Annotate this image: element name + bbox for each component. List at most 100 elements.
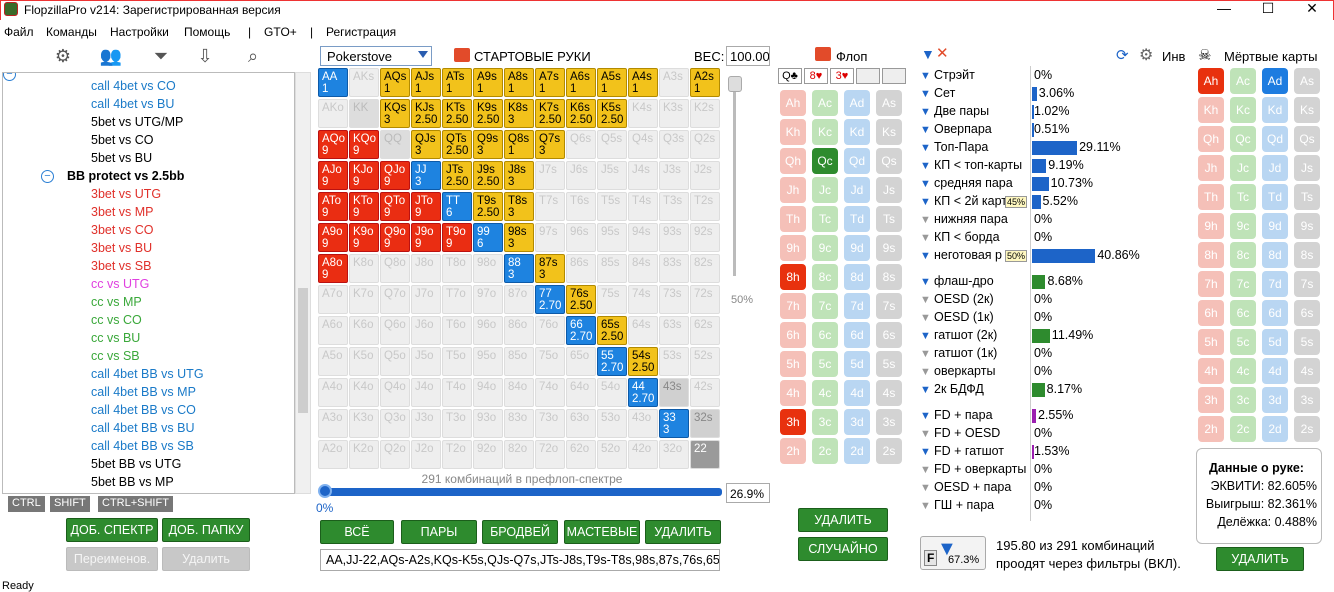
dead-card-Tc[interactable]: Tc: [1230, 184, 1256, 210]
dead-card-9s[interactable]: 9s: [1294, 213, 1320, 239]
hand-cell-82s[interactable]: 82s: [690, 254, 720, 283]
hand-cell-QQ[interactable]: QQ: [380, 130, 410, 159]
hand-cell-A9s[interactable]: A9s 1: [473, 68, 503, 97]
close-icon[interactable]: ✕: [936, 44, 949, 62]
flop-card-4d[interactable]: 4d: [844, 380, 870, 406]
menu-help[interactable]: Помощь: [184, 25, 230, 39]
flop-card-5c[interactable]: 5c: [812, 351, 838, 377]
hand-cell-87o[interactable]: 87o: [504, 285, 534, 314]
hand-cell-73s[interactable]: 73s: [659, 285, 689, 314]
search-icon[interactable]: ⌕: [240, 46, 266, 70]
hand-cell-84s[interactable]: 84s: [628, 254, 658, 283]
hand-cell-J4s[interactable]: J4s: [628, 161, 658, 190]
tree-item[interactable]: 5bet vs BU: [91, 151, 152, 165]
hand-cell-74o[interactable]: 74o: [535, 378, 565, 407]
hand-cell-Q5o[interactable]: Q5o: [380, 347, 410, 376]
filter-icon[interactable]: ▼: [920, 410, 931, 422]
flop-card-Kh[interactable]: Kh: [780, 119, 806, 145]
hand-cell-64o[interactable]: 64o: [566, 378, 596, 407]
add-folder-button[interactable]: ДОБ. ПАПКУ: [162, 518, 250, 542]
flop-card-6d[interactable]: 6d: [844, 322, 870, 348]
hand-cell-Q4o[interactable]: Q4o: [380, 378, 410, 407]
hand-cell-Q5s[interactable]: Q5s: [597, 130, 627, 159]
flop-card-Kd[interactable]: Kd: [844, 119, 870, 145]
dead-card-Kh[interactable]: Kh: [1198, 97, 1224, 123]
flop-card-Tc[interactable]: Tc: [812, 206, 838, 232]
hand-cell-T9o[interactable]: T9o 9: [442, 223, 472, 252]
dead-card-Qs[interactable]: Qs: [1294, 126, 1320, 152]
hand-cell-J6o[interactable]: J6o: [411, 316, 441, 345]
hand-cell-76o[interactable]: 76o: [535, 316, 565, 345]
dead-card-Ks[interactable]: Ks: [1294, 97, 1320, 123]
hand-cell-J2o[interactable]: J2o: [411, 440, 441, 469]
hand-cell-A5s[interactable]: A5s 1: [597, 68, 627, 97]
hand-cell-AQs[interactable]: AQs 1: [380, 68, 410, 97]
hand-cell-T6s[interactable]: T6s: [566, 192, 596, 221]
hand-cell-JTs[interactable]: JTs 2.50: [442, 161, 472, 190]
menu-file[interactable]: Файл: [4, 25, 34, 39]
hand-cell-44[interactable]: 44 2.70: [628, 378, 658, 407]
clear-range-button[interactable]: УДАЛИТЬ: [645, 520, 721, 544]
dead-card-2c[interactable]: 2c: [1230, 416, 1256, 442]
dead-card-9h[interactable]: 9h: [1198, 213, 1224, 239]
dead-card-4s[interactable]: 4s: [1294, 358, 1320, 384]
range-progress-knob[interactable]: [318, 484, 332, 498]
tree-item[interactable]: 5bet vs CO: [91, 133, 154, 147]
flop-card-Qd[interactable]: Qd: [844, 148, 870, 174]
hand-cell-94o[interactable]: 94o: [473, 378, 503, 407]
hand-cell-K7o[interactable]: K7o: [349, 285, 379, 314]
hand-cell-A4s[interactable]: A4s 1: [628, 68, 658, 97]
hand-cell-87s[interactable]: 87s 3: [535, 254, 565, 283]
filter-icon[interactable]: ▼: [920, 428, 931, 440]
hand-cell-52s[interactable]: 52s: [690, 347, 720, 376]
dead-card-Ad[interactable]: Ad: [1262, 68, 1288, 94]
hand-cell-85o[interactable]: 85o: [504, 347, 534, 376]
range-source-select[interactable]: Pokerstove: [320, 46, 432, 66]
flop-random-button[interactable]: СЛУЧАЙНО: [798, 537, 888, 561]
hand-cell-Q9o[interactable]: Q9o 9: [380, 223, 410, 252]
flop-slot[interactable]: 8♥: [804, 68, 828, 84]
hand-cell-K2s[interactable]: K2s: [690, 99, 720, 128]
hand-cell-Q3s[interactable]: Q3s: [659, 130, 689, 159]
dead-card-2h[interactable]: 2h: [1198, 416, 1224, 442]
filter-icon[interactable]: ▼: [920, 294, 931, 306]
hand-cell-T6o[interactable]: T6o: [442, 316, 472, 345]
hand-cell-98o[interactable]: 98o: [473, 254, 503, 283]
dead-card-8d[interactable]: 8d: [1262, 242, 1288, 268]
flop-card-Ks[interactable]: Ks: [876, 119, 902, 145]
tree-item[interactable]: call 4bet BB vs CO: [91, 403, 196, 417]
hand-cell-JTo[interactable]: JTo 9: [411, 192, 441, 221]
hand-cell-K9o[interactable]: K9o 9: [349, 223, 379, 252]
dead-card-6s[interactable]: 6s: [1294, 300, 1320, 326]
hand-cell-54s[interactable]: 54s 2.50: [628, 347, 658, 376]
dead-card-9d[interactable]: 9d: [1262, 213, 1288, 239]
hand-cell-J3s[interactable]: J3s: [659, 161, 689, 190]
tree-item[interactable]: 3bet vs CO: [91, 223, 154, 237]
flop-card-Qc[interactable]: Qc: [812, 148, 838, 174]
flop-card-5d[interactable]: 5d: [844, 351, 870, 377]
minimize-button[interactable]: —: [1204, 0, 1244, 18]
dead-card-7h[interactable]: 7h: [1198, 271, 1224, 297]
dead-card-Qd[interactable]: Qd: [1262, 126, 1288, 152]
dead-card-5h[interactable]: 5h: [1198, 329, 1224, 355]
tree-item[interactable]: cc vs CO: [91, 313, 142, 327]
dead-card-Jh[interactable]: Jh: [1198, 155, 1224, 181]
hand-cell-63o[interactable]: 63o: [566, 409, 596, 438]
hand-cell-53s[interactable]: 53s: [659, 347, 689, 376]
dead-card-5c[interactable]: 5c: [1230, 329, 1256, 355]
progress-pct-field[interactable]: 26.9%: [726, 483, 770, 503]
hand-cell-AKo[interactable]: AKo: [318, 99, 348, 128]
flop-card-9s[interactable]: 9s: [876, 235, 902, 261]
hand-cell-42o[interactable]: 42o: [628, 440, 658, 469]
gear-icon[interactable]: ⚙: [1139, 45, 1153, 65]
maximize-button[interactable]: ☐: [1248, 0, 1288, 18]
hand-cell-K7s[interactable]: K7s 2.50: [535, 99, 565, 128]
flop-card-9c[interactable]: 9c: [812, 235, 838, 261]
flop-card-Jh[interactable]: Jh: [780, 177, 806, 203]
menu-gto[interactable]: GTO+: [264, 25, 297, 39]
weight-slider-track[interactable]: [733, 76, 736, 276]
flop-card-4c[interactable]: 4c: [812, 380, 838, 406]
tree-item[interactable]: call 4bet BB vs MP: [91, 385, 196, 399]
flop-card-Qs[interactable]: Qs: [876, 148, 902, 174]
hand-cell-62o[interactable]: 62o: [566, 440, 596, 469]
